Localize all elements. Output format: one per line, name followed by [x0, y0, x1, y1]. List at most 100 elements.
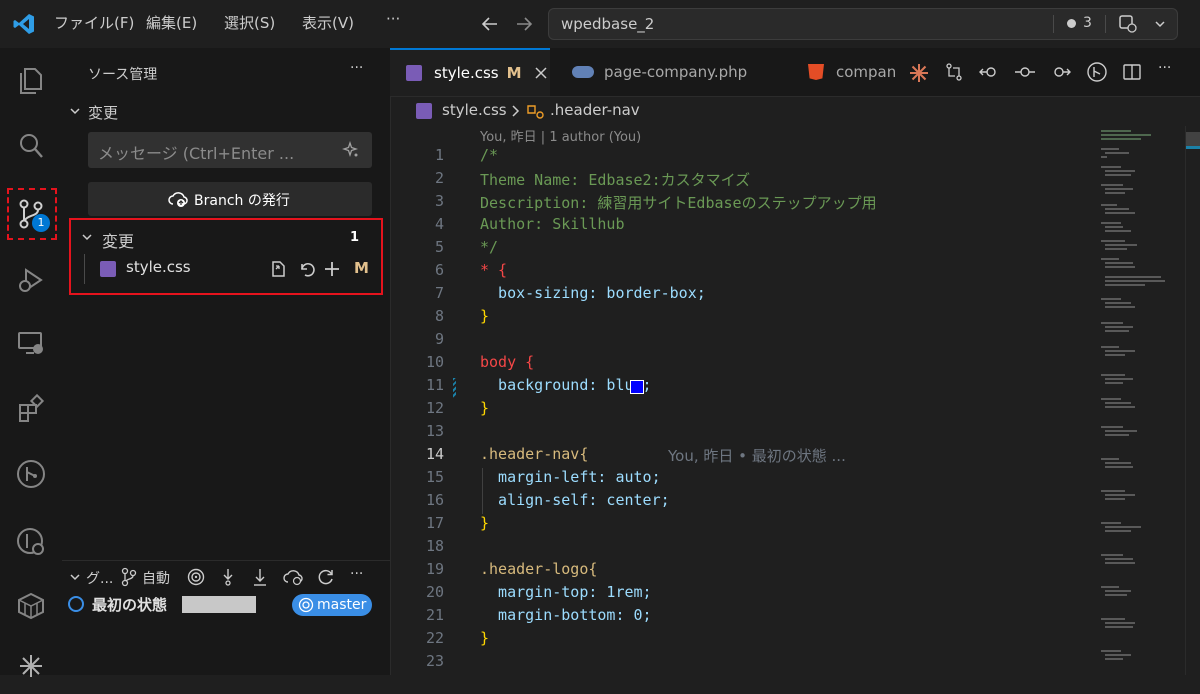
code-line: .header-nav{: [480, 445, 589, 463]
line-number: 10: [425, 353, 444, 371]
sidebar-more-button[interactable]: ···: [350, 60, 363, 76]
breadcrumb: style.css .header-nav: [390, 96, 1090, 126]
line-number: 19: [425, 560, 444, 578]
minimap[interactable]: [1095, 126, 1185, 675]
claude-icon[interactable]: [0, 638, 62, 694]
source-control-sidebar: ソース管理 ··· 変更 メッセージ (Ctrl+Enter ... Branc…: [62, 48, 391, 675]
publish-branch-button[interactable]: Branch の発行: [88, 182, 372, 216]
explorer-icon[interactable]: [0, 52, 62, 108]
compare-changes-icon[interactable]: [944, 62, 964, 82]
breadcrumb-symbol[interactable]: .header-nav: [550, 101, 640, 119]
forward-arrow-icon[interactable]: [514, 14, 534, 34]
copilot-icon[interactable]: [1117, 13, 1139, 35]
claude-icon[interactable]: [908, 62, 930, 84]
back-arrow-icon[interactable]: [480, 14, 500, 34]
code-line: margin-bottom: 0;: [480, 606, 652, 624]
discard-changes-icon[interactable]: [296, 259, 316, 279]
editor-tabs: style.css M page-company.php compan ···: [390, 48, 1200, 97]
line-number: 3: [434, 192, 444, 210]
graph-section-header[interactable]: グ... 自動 ···: [62, 560, 390, 593]
extensions-icon[interactable]: [0, 380, 62, 436]
commit-message[interactable]: 最初の状態: [92, 594, 167, 615]
menu-file[interactable]: ファイル(F): [54, 12, 134, 33]
open-file-icon[interactable]: [268, 259, 288, 279]
line-number: 9: [434, 330, 444, 348]
search-divider-2: [1105, 15, 1106, 33]
sparkle-icon[interactable]: [342, 141, 360, 159]
cloud-upload-icon: [168, 190, 188, 208]
code-line: body {: [480, 353, 535, 371]
remote-explorer-icon[interactable]: [0, 316, 62, 372]
inline-blame: You, 昨日 • 最初の状態 ...: [668, 447, 846, 465]
changes-group-label[interactable]: 変更: [102, 228, 134, 252]
editor-more-button[interactable]: ···: [1158, 60, 1171, 76]
tab-label: page-company.php: [604, 63, 748, 81]
tab-page-company-php[interactable]: page-company.php: [552, 48, 782, 96]
activity-bar: 1: [0, 48, 63, 677]
graph-auto-label[interactable]: 自動: [142, 568, 170, 588]
graph-more-button[interactable]: ···: [350, 566, 363, 582]
run-debug-icon[interactable]: [0, 252, 62, 308]
chevron-down-icon[interactable]: [1153, 17, 1167, 31]
git-graph-icon[interactable]: [1086, 61, 1108, 83]
branch-badge: master: [292, 594, 372, 616]
chevron-down-icon[interactable]: [80, 230, 94, 244]
source-control-icon[interactable]: 1: [0, 186, 62, 242]
close-icon[interactable]: [534, 66, 548, 80]
refresh-icon[interactable]: [316, 567, 336, 587]
cloud-upload-icon[interactable]: [282, 567, 304, 587]
code-line: background: blue;: [480, 376, 652, 394]
code-line: margin-left: auto;: [480, 468, 661, 486]
search-divider: [1053, 15, 1054, 33]
split-editor-icon[interactable]: [1122, 62, 1142, 82]
fetch-icon[interactable]: [218, 567, 238, 587]
tab-style-css[interactable]: style.css M: [390, 48, 550, 96]
line-number: 6: [434, 261, 444, 279]
menu-edit[interactable]: 編集(E): [146, 12, 197, 33]
tab-company[interactable]: compan: [794, 48, 900, 96]
menu-more[interactable]: ···: [386, 10, 400, 28]
chevron-right-icon: [510, 104, 522, 118]
line-number: 8: [434, 307, 444, 325]
git-graph-icon[interactable]: [0, 446, 62, 502]
previous-change-icon[interactable]: [978, 62, 1000, 82]
vscode-logo-icon[interactable]: [12, 12, 36, 36]
code-line: Author: Skillhub: [480, 215, 625, 233]
tree-indent-guide: [84, 254, 85, 284]
git-history-icon[interactable]: [0, 514, 62, 570]
breadcrumb-file[interactable]: style.css: [442, 101, 507, 119]
editor-scrollbar[interactable]: [1185, 126, 1200, 675]
codelens-blame[interactable]: You, 昨日 | 1 author (You): [480, 126, 641, 145]
branch-icon[interactable]: [120, 567, 138, 587]
stage-changes-icon[interactable]: [322, 259, 342, 279]
code-editor[interactable]: You, 昨日 | 1 author (You) 1 /* 2 Theme Name…: [390, 126, 1090, 675]
symbol-class-icon: [526, 103, 546, 121]
code-line: margin-top: 1rem;: [480, 583, 652, 601]
chevron-down-icon[interactable]: [68, 570, 82, 584]
chevron-down-icon[interactable]: [68, 104, 82, 118]
line-number: 12: [425, 399, 444, 417]
code-line: align-self: center;: [480, 491, 670, 509]
pull-icon[interactable]: [250, 567, 270, 587]
changes-section-header[interactable]: 変更: [88, 102, 118, 123]
commit-node-icon: [68, 596, 84, 612]
command-center-search[interactable]: wpedbase_2 3: [548, 8, 1178, 40]
menu-view[interactable]: 表示(V): [302, 12, 354, 33]
code-line: }: [480, 307, 490, 325]
line-number: 17: [425, 514, 444, 532]
redacted-author: [182, 596, 256, 613]
code-line: .header-logo{: [480, 560, 598, 578]
target-icon[interactable]: [186, 567, 206, 587]
search-icon[interactable]: [0, 118, 62, 174]
next-change-icon[interactable]: [1050, 62, 1072, 82]
commit-icon[interactable]: [1014, 62, 1036, 82]
changed-file-row[interactable]: style.css M: [100, 258, 388, 282]
color-swatch[interactable]: [630, 380, 644, 394]
commit-message-input[interactable]: メッセージ (Ctrl+Enter ...: [88, 132, 372, 168]
title-bar: ファイル(F) 編集(E) 選択(S) 表示(V) ··· wpedbase_2…: [0, 0, 1200, 49]
container-icon[interactable]: [0, 578, 62, 634]
scm-badge: 1: [32, 214, 50, 232]
menu-selection[interactable]: 選択(S): [224, 12, 275, 33]
sidebar-title: ソース管理: [88, 67, 158, 83]
target-icon: [298, 597, 314, 613]
